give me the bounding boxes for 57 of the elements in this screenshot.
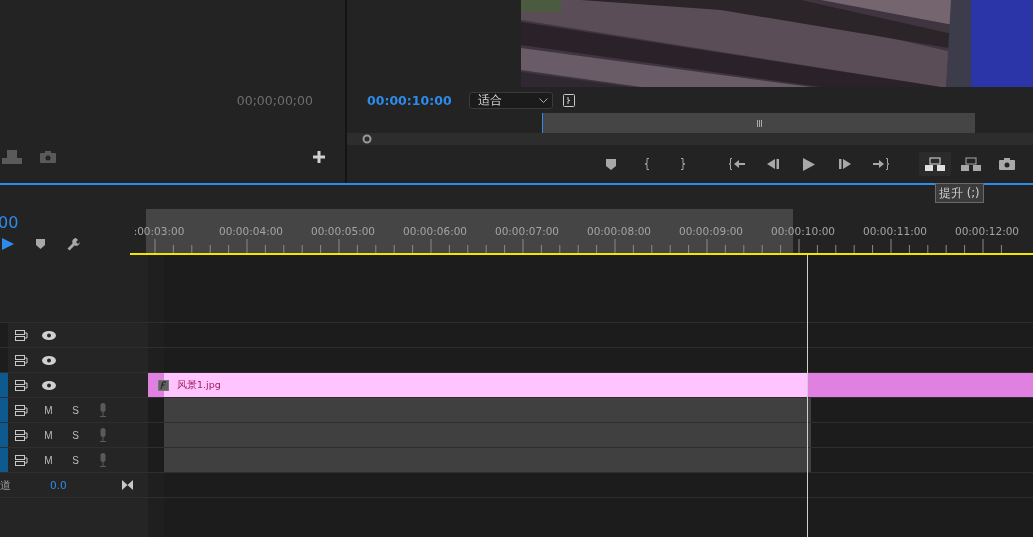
add-icon[interactable]	[313, 151, 325, 163]
ruler-timecode: 00:00:04:00	[217, 225, 285, 237]
sync-lock-icon[interactable]	[15, 379, 28, 391]
sync-lock-icon[interactable]	[15, 429, 28, 441]
master-volume-value[interactable]: 0.0	[50, 479, 122, 491]
snap-icon[interactable]	[0, 238, 14, 250]
ruler-timecode: 00:00:09:00	[677, 225, 745, 237]
sync-lock-icon[interactable]	[15, 354, 28, 366]
go-to-in-icon	[729, 158, 745, 170]
ruler-timecode: 00:00:06:00	[401, 225, 469, 237]
video-clip[interactable]: 风景1.jpg	[148, 373, 1033, 397]
sync-lock-icon[interactable]	[15, 454, 28, 466]
lift-icon	[925, 157, 945, 171]
program-timecode[interactable]: 00:00:10:00	[367, 92, 459, 108]
ruler-timecode: 00:00:11:00	[861, 225, 929, 237]
ruler-timecode: 00:00:05:00	[309, 225, 377, 237]
mute-button[interactable]: M	[35, 404, 62, 416]
source-timecode: 00;00;00;00	[236, 92, 313, 108]
eye-icon[interactable]	[41, 355, 56, 365]
ruler-timecode: 00:00:12:00	[953, 225, 1021, 237]
go-to-out-icon	[873, 158, 889, 170]
scrub-handle-icon[interactable]	[362, 134, 372, 144]
master-track-label: 道	[0, 477, 12, 493]
solo-button[interactable]: S	[62, 429, 89, 441]
mark-in-icon	[644, 158, 650, 170]
ruler-timecode: :00:03:00	[132, 225, 186, 237]
zoom-scroll-bar[interactable]	[542, 113, 975, 133]
mute-button[interactable]: M	[35, 454, 62, 466]
chevron-down-icon	[539, 97, 548, 103]
mark-out-icon	[680, 158, 686, 170]
ruler-timecode: 00:00:08:00	[585, 225, 653, 237]
play-icon	[803, 157, 815, 171]
eye-icon[interactable]	[41, 380, 56, 390]
clip-name: 风景1.jpg	[177, 378, 221, 392]
ruler-timecode: 00:00:07:00	[493, 225, 561, 237]
sync-lock-icon[interactable]	[15, 329, 28, 341]
bowtie-icon[interactable]	[122, 480, 133, 490]
grip-icon	[756, 119, 762, 127]
camera-icon	[999, 158, 1015, 170]
step-forward-icon	[839, 159, 851, 169]
wrench-icon[interactable]	[67, 237, 81, 251]
step-back-icon	[767, 159, 779, 169]
fx-icon	[158, 379, 169, 391]
marker-icon	[606, 158, 616, 170]
lift-button[interactable]	[919, 152, 951, 176]
marker-icon[interactable]	[36, 239, 45, 249]
extract-icon	[961, 157, 981, 171]
tooltip: 提升 (;)	[935, 183, 984, 203]
settings-bracket-icon[interactable]	[563, 93, 575, 107]
time-ruler[interactable]: :00:03:00 00:00:04:00 00:00:05:00 00:00:06:00 00:00:07:00 00:00:08:00 00:00:09:00 00:00:10:00 00:00:11:00 00:00:12:00	[130, 209, 1033, 255]
ruler-timecode: 00:00:10:00	[769, 225, 837, 237]
mute-button[interactable]: M	[35, 429, 62, 441]
solo-button[interactable]: S	[62, 454, 89, 466]
zoom-dropdown[interactable]: 适合	[469, 91, 553, 109]
eye-icon[interactable]	[41, 330, 56, 340]
solo-button[interactable]: S	[62, 404, 89, 416]
sync-lock-icon[interactable]	[15, 404, 28, 416]
